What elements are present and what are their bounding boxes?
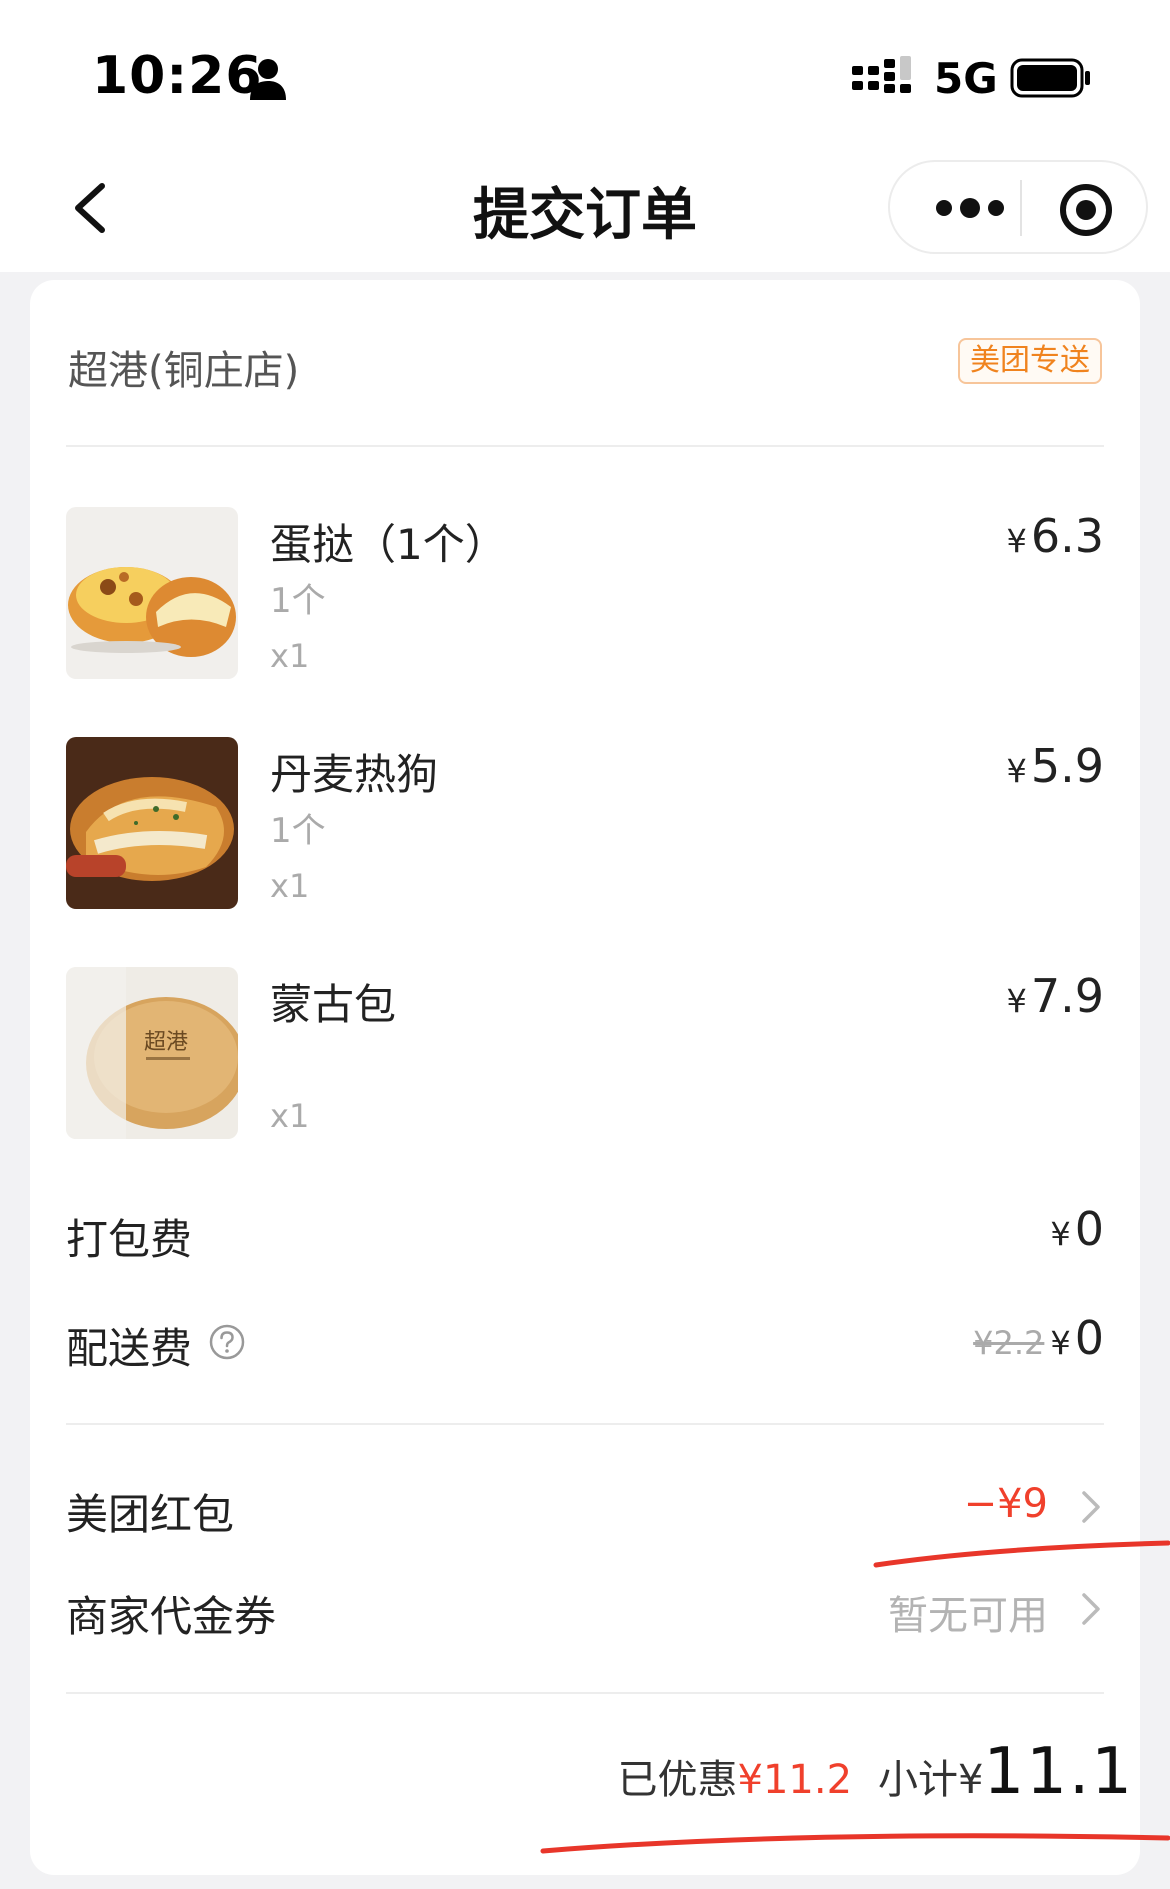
danish-hotdog-image — [66, 737, 238, 909]
divider — [66, 1423, 1104, 1425]
person-icon — [250, 59, 286, 100]
item-quantity: x1 — [270, 1097, 310, 1135]
order-item: 蛋挞（1个） 1个 x1 ¥6.3 — [66, 507, 1104, 679]
order-item: 丹麦热狗 1个 x1 ¥5.9 — [66, 737, 1104, 909]
store-name[interactable]: 超港(铜庄店) — [68, 338, 299, 396]
packing-fee-value: ¥0 — [1050, 1202, 1104, 1256]
currency-symbol: ¥ — [1006, 522, 1027, 560]
mini-program-capsule — [888, 160, 1148, 254]
merchant-voucher-label: 商家代金券 — [66, 1592, 277, 1641]
delivery-fee-amount: 0 — [1074, 1311, 1104, 1365]
egg-tart-image — [66, 507, 238, 679]
item-price-value: 6.3 — [1030, 509, 1104, 563]
subtotal-label: 小计¥ — [878, 1757, 984, 1803]
capsule-divider — [1020, 180, 1022, 236]
item-spec: 1个 — [270, 811, 326, 851]
red-packet-row[interactable]: 美团红包 −¥9 — [66, 1475, 1104, 1539]
chevron-right-icon — [1082, 1491, 1100, 1523]
merchant-voucher-row[interactable]: 商家代金券 暂无可用 — [66, 1577, 1104, 1641]
nav-bar: 提交订单 — [0, 140, 1170, 272]
merchant-voucher-value: 暂无可用 — [888, 1593, 1048, 1639]
packing-fee-label: 打包费 — [66, 1215, 193, 1264]
battery-icon — [1010, 58, 1090, 98]
order-summary: 已优惠¥11.2 小计¥11.1 — [618, 1735, 1134, 1809]
divider — [66, 1692, 1104, 1694]
divider — [66, 445, 1104, 447]
delivery-fee-row: 配送费 ¥2.2 ¥0 — [66, 1311, 1104, 1373]
order-card: 超港(铜庄店) 美团专送 蛋挞（1个） 1个 x1 ¥6.3 丹麦热狗 1个 x… — [30, 280, 1140, 1875]
close-mini-program-icon[interactable] — [1058, 182, 1114, 238]
item-price-value: 5.9 — [1030, 739, 1104, 793]
item-name: 丹麦热狗 — [270, 750, 439, 799]
delivery-fee-value: ¥2.2 ¥0 — [973, 1311, 1104, 1365]
item-quantity: x1 — [270, 637, 310, 675]
item-quantity: x1 — [270, 867, 310, 905]
network-type: 5G — [934, 54, 998, 103]
item-name: 蒙古包 — [270, 980, 397, 1029]
original-delivery-fee: ¥2.2 — [973, 1324, 1045, 1362]
chevron-right-icon — [1082, 1593, 1100, 1625]
red-packet-label: 美团红包 — [66, 1490, 235, 1539]
item-price-value: 7.9 — [1030, 969, 1104, 1023]
cellular-signal-icon — [852, 56, 911, 93]
currency-symbol: ¥ — [1006, 752, 1027, 790]
packing-fee-row: 打包费 ¥0 — [66, 1202, 1104, 1264]
packing-fee-amount: 0 — [1074, 1202, 1104, 1256]
bun-logo-text: 超港 — [144, 1030, 188, 1055]
item-price: ¥7.9 — [1006, 969, 1104, 1023]
mongolian-bun-image: 超港 — [66, 967, 238, 1139]
order-item: 超港 蒙古包 x1 ¥7.9 — [66, 967, 1104, 1139]
saved-label: 已优惠 — [617, 1757, 738, 1803]
red-packet-value: −¥9 — [963, 1481, 1048, 1527]
saved-amount: ¥11.2 — [737, 1757, 853, 1803]
status-bar: 10:26 5G — [0, 0, 1170, 140]
currency-symbol: ¥ — [1050, 1324, 1071, 1362]
help-icon[interactable] — [208, 1323, 246, 1361]
subtotal-amount: 11.1 — [983, 1735, 1134, 1809]
status-time: 10:26 — [92, 46, 263, 106]
item-price: ¥5.9 — [1006, 739, 1104, 793]
currency-symbol: ¥ — [1006, 982, 1027, 1020]
delivery-badge: 美团专送 — [958, 338, 1102, 384]
item-price: ¥6.3 — [1006, 509, 1104, 563]
more-icon[interactable] — [930, 186, 1010, 230]
delivery-fee-label: 配送费 — [66, 1324, 193, 1373]
currency-symbol: ¥ — [1050, 1215, 1071, 1253]
item-spec: 1个 — [270, 581, 326, 621]
item-name: 蛋挞（1个） — [270, 520, 507, 569]
